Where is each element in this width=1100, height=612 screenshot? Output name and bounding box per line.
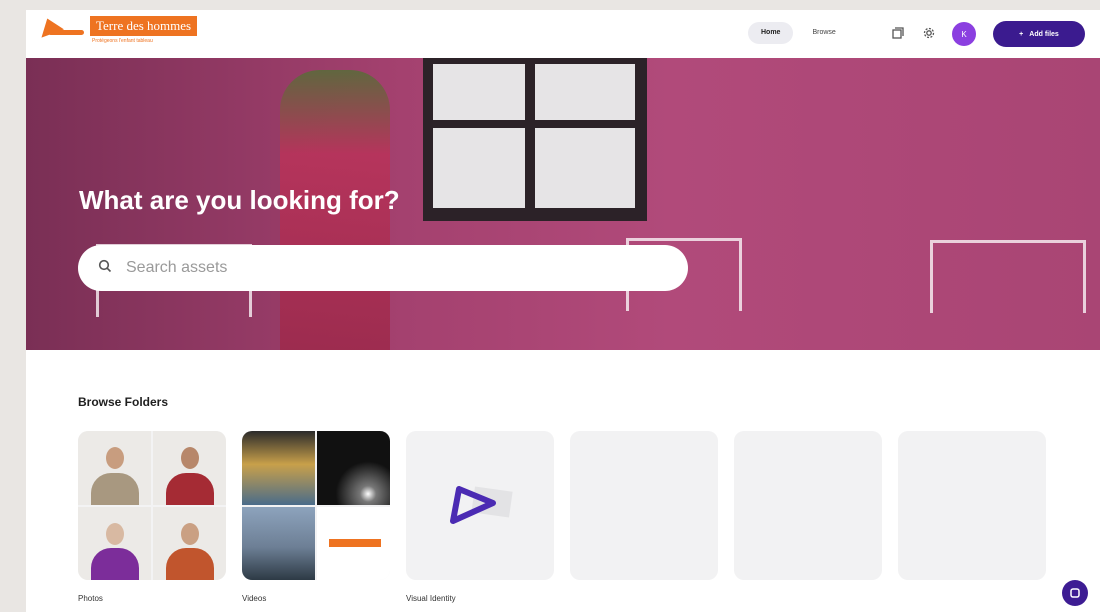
folder-placeholder[interactable] [570,431,718,603]
folder-label: Photos [78,594,103,603]
avatar[interactable]: K [952,22,976,46]
folder-label: Visual Identity [406,594,456,603]
search-icon [98,259,112,277]
folder-placeholder[interactable] [898,431,1046,603]
play-triangle-icon [450,485,513,524]
search-input[interactable] [124,258,648,278]
hero-title: What are you looking for? [79,185,400,215]
folder-thumbnail[interactable] [406,431,554,580]
library-icon[interactable] [890,25,906,41]
hero-banner: What are you looking for? [26,58,1100,350]
hero-image-window [423,58,647,221]
thumbnail-photo [78,431,151,505]
folder-videos[interactable]: Videos [242,431,390,603]
thumbnail-photo [153,506,226,580]
browse-folders-title: Browse Folders [78,395,169,409]
logo-subtitle: Protégeons l'enfant tableau [92,38,153,44]
folder-thumbnail[interactable] [898,431,1046,580]
logo-title: Terre des hommes [90,16,198,36]
search-bar[interactable] [78,245,688,291]
folder-thumbnail[interactable] [78,431,226,580]
thumbnail-photo [78,506,151,580]
folder-grid: Photos Videos Visual Identity [78,431,1046,603]
folder-thumbnail[interactable] [570,431,718,580]
thumbnail-video [242,506,315,580]
tab-home[interactable]: Home [748,22,794,44]
app-frame: Terre des hommes Protégeons l'enfant tab… [26,10,1100,612]
folder-visual-identity[interactable]: Visual Identity [406,431,554,603]
folder-placeholder[interactable] [734,431,882,603]
hero-image-crib [930,240,1086,313]
folder-photos[interactable]: Photos [78,431,226,603]
chat-icon[interactable] [1062,580,1088,606]
thumbnail-video [317,506,390,580]
add-files-label: Add files [1029,30,1059,38]
gear-icon[interactable] [921,25,937,41]
thumbnail-photo [153,431,226,505]
folder-thumbnail[interactable] [734,431,882,580]
tab-browse[interactable]: Browse [799,22,848,44]
thumbnail-video [242,431,315,505]
folder-label: Videos [242,594,267,603]
logo-mark-icon [35,14,88,40]
plus-icon: + [1019,30,1024,38]
folder-thumbnail[interactable] [242,431,390,580]
brand-logo[interactable]: Terre des hommes Protégeons l'enfant tab… [35,14,200,52]
add-files-button[interactable]: + Add files [993,21,1085,47]
thumbnail-video [317,431,390,505]
nav-tabs: Home Browse [748,22,849,44]
top-navigation: Terre des hommes Protégeons l'enfant tab… [26,10,1100,58]
